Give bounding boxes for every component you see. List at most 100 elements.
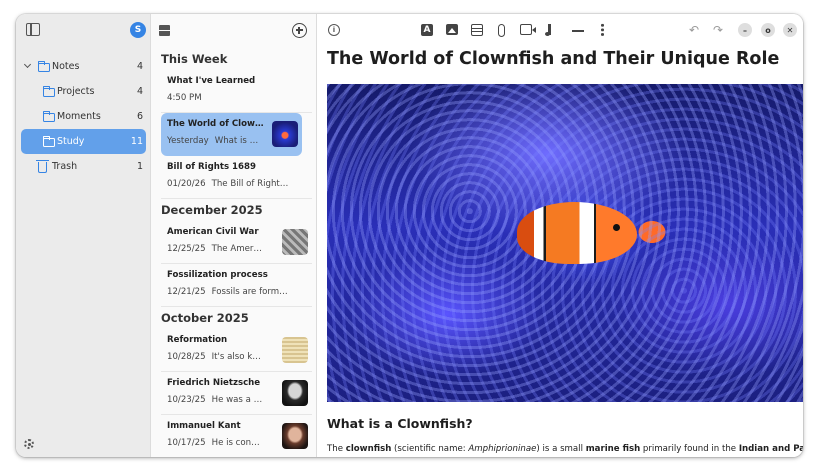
insert-audio-icon[interactable] [545,24,551,36]
maximize-button[interactable]: o [761,23,775,37]
body-bold-run: marine fish [585,444,641,454]
folder-icon [37,60,50,72]
sidebar-item-count: 4 [136,61,143,72]
more-options-icon[interactable] [601,23,604,37]
horizontal-rule-icon[interactable] [572,30,584,32]
add-note-icon[interactable] [292,23,307,38]
note-title: What I've Learned [167,76,256,86]
sidebar-item-label: Notes [52,61,80,72]
sidebar-item-label: Trash [52,161,78,172]
sidebar-item-label: Study [57,136,85,147]
settings-gear-icon[interactable] [24,439,34,449]
fish-eye [613,224,620,231]
insert-image-icon[interactable] [446,24,458,35]
body-bold-run: clownfish [345,444,392,454]
note-date: 4:50 PM [167,93,202,103]
attachment-icon[interactable] [498,24,505,37]
insert-video-icon[interactable] [520,24,536,35]
body-bold-run: Indian and Pacific [738,444,803,454]
sidebar-item-study[interactable]: Study 11 [21,129,146,154]
note-subtitle: 10/23/25 He was a German [167,395,263,405]
note-subtitle: 01/20/26 The Bill of Rights 1689 [167,179,289,189]
close-button[interactable]: ✕ [783,23,797,37]
sidebar-item-trash[interactable]: Trash 1 [16,154,151,179]
document-title[interactable]: The World of Clownfish and Their Unique … [327,49,779,69]
note-title: Immanuel Kant [167,421,241,431]
chevron-down-icon[interactable] [23,60,32,69]
sidebar-item-notes[interactable]: Notes 4 [16,54,151,79]
note-thumbnail [282,337,308,363]
app-window: S Notes 4 Projects 4 Moments 6 Study 11 … [16,14,803,457]
clownfish [517,202,637,264]
redo-icon[interactable]: ↷ [713,23,723,37]
note-list: This Week What I've Learned 4:50 PM The … [151,14,317,457]
avatar[interactable]: S [130,22,146,38]
sidebar-item-count: 6 [136,111,143,122]
note-title: The World of Clownfish and Their Unique … [167,119,265,129]
note-date: Yesterday [167,136,209,146]
body-italic-run: Amphiprioninae [468,444,537,454]
note-item[interactable]: American Civil War 12/25/25 The American … [161,221,312,264]
minimize-button[interactable]: – [738,23,752,37]
note-date: 12/21/25 [167,287,206,297]
note-preview: Fossils are formed [211,287,289,297]
layout-icon[interactable] [159,25,170,36]
body-text-run: primarily found in the [640,444,739,454]
body-text-run: ) is a small [536,444,586,454]
sidebar-header: S [16,14,151,48]
note-thumbnail [282,423,308,449]
note-subtitle: 12/21/25 Fossils are formed [167,287,289,297]
insert-table-icon[interactable] [471,24,483,36]
section-title: October 2025 [161,311,249,325]
note-title: Reformation [167,335,228,345]
sidebar-item-label: Projects [57,86,95,97]
folder-icon [42,85,55,97]
note-date: 10/23/25 [167,395,206,405]
section-title: This Week [161,52,228,66]
note-preview: It's also known [211,352,263,362]
note-subtitle: 12/25/25 The American Civil War [167,244,263,254]
folder-icon [42,110,55,122]
note-title: Fossilization process [167,270,268,280]
note-preview: What is a Clownfish? [214,136,263,146]
note-item[interactable]: Reformation 10/28/25 It's also known [161,329,312,372]
sidebar-item-count: 11 [130,136,143,147]
sidebar-item-projects[interactable]: Projects 4 [16,79,151,104]
sidebar: S Notes 4 Projects 4 Moments 6 Study 11 … [16,14,151,457]
undo-icon[interactable]: ↶ [689,23,699,37]
editor-toolbar: i A ↶ ↷ – o ✕ [317,14,803,48]
note-date: 12/25/25 [167,244,206,254]
note-item-selected[interactable]: The World of Clownfish and Their Unique … [161,113,302,156]
note-item[interactable]: Fossilization process 12/21/25 Fossils ar… [161,264,312,307]
body-paragraph[interactable]: The clownfish (scientific name: Amphipri… [327,444,803,454]
note-title: Bill of Rights 1689 [167,162,256,172]
note-thumbnail [272,121,298,147]
editor: i A ↶ ↷ – o ✕ The World of Clownfish and… [317,14,803,457]
note-thumbnail [282,380,308,406]
trash-icon [36,160,49,173]
note-title: American Civil War [167,227,259,237]
section-title: December 2025 [161,203,263,217]
body-text-run: The [327,444,346,454]
note-title: Friedrich Nietzsche [167,378,261,388]
info-icon[interactable]: i [328,24,340,36]
note-item[interactable]: What I've Learned 4:50 PM [161,70,312,113]
note-subtitle: 4:50 PM [167,93,208,103]
note-preview: He is considered [211,438,263,448]
note-item[interactable]: Immanuel Kant 10/17/25 He is considered [161,415,312,457]
note-preview: The Bill of Rights 1689 [211,179,289,189]
note-item[interactable]: Bill of Rights 1689 01/20/26 The Bill of … [161,156,312,199]
note-list-header [151,14,316,48]
note-date: 01/20/26 [167,179,206,189]
note-item[interactable]: Friedrich Nietzsche 10/23/25 He was a Ger… [161,372,312,415]
text-format-icon[interactable]: A [421,24,433,36]
sidebar-item-moments[interactable]: Moments 6 [16,104,151,129]
note-thumbnail [282,229,308,255]
sidebar-toggle-icon[interactable] [26,23,40,36]
note-subtitle: Yesterday What is a Clownfish? [167,136,263,146]
note-subtitle: 10/17/25 He is considered [167,438,263,448]
sidebar-item-count: 4 [136,86,143,97]
clownfish-image [327,84,803,402]
section-heading[interactable]: What is a Clownfish? [327,416,473,431]
note-subtitle: 10/28/25 It's also known [167,352,263,362]
